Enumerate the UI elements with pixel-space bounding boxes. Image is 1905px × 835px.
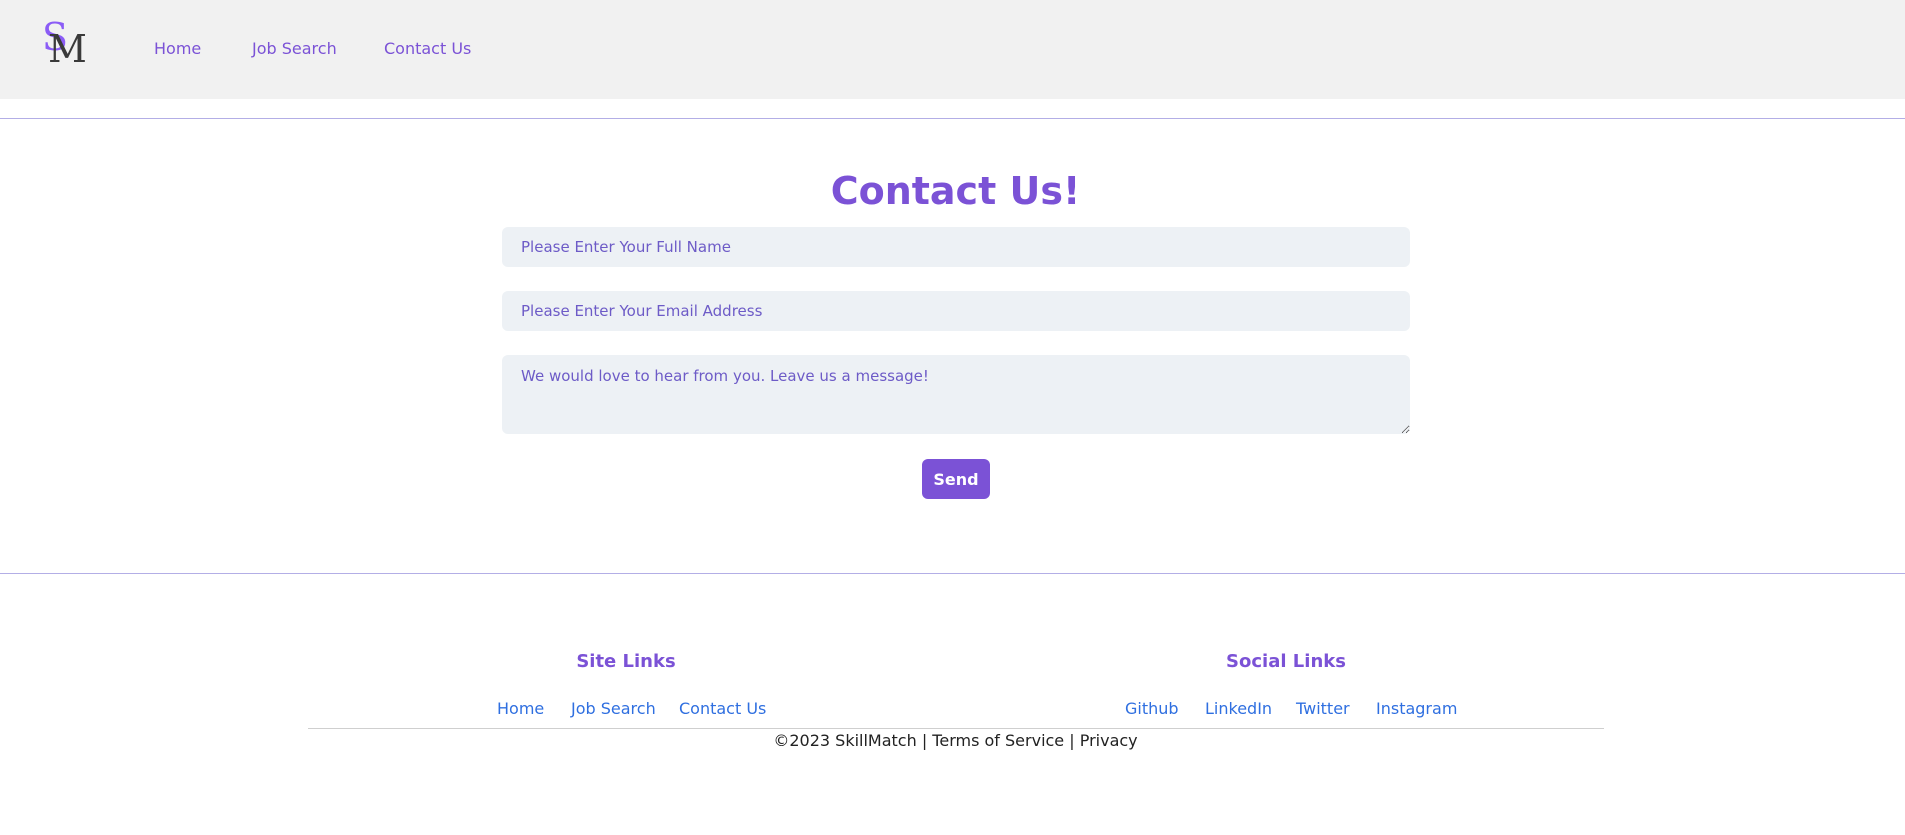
nav-job-search-link[interactable]: Job Search xyxy=(252,39,337,59)
nav-contact-us-link[interactable]: Contact Us xyxy=(384,39,471,59)
footer-twitter-link[interactable]: Twitter xyxy=(1296,699,1350,719)
content-divider xyxy=(0,573,1905,574)
full-name-input[interactable] xyxy=(502,227,1410,267)
footer-github-link[interactable]: Github xyxy=(1125,699,1179,719)
site-header: S M Home Job Search Contact Us xyxy=(0,0,1905,99)
skillmatch-logo[interactable]: S M xyxy=(40,18,87,71)
page-title: Contact Us! xyxy=(830,169,1081,213)
header-divider xyxy=(0,118,1905,119)
footer-job-search-link[interactable]: Job Search xyxy=(571,699,656,719)
logo-letter-m: M xyxy=(48,27,87,71)
site-links-heading: Site Links xyxy=(576,651,676,672)
footer-contact-us-link[interactable]: Contact Us xyxy=(679,699,766,719)
email-input[interactable] xyxy=(502,291,1410,331)
copyright-text: ©2023 SkillMatch | Terms of Service | Pr… xyxy=(773,731,1138,750)
footer-linkedin-link[interactable]: LinkedIn xyxy=(1205,699,1272,719)
message-textarea[interactable] xyxy=(502,355,1410,434)
footer-home-link[interactable]: Home xyxy=(497,699,544,719)
send-button[interactable]: Send xyxy=(922,459,990,499)
footer-instagram-link[interactable]: Instagram xyxy=(1376,699,1457,719)
nav-home-link[interactable]: Home xyxy=(154,39,201,59)
social-links-heading: Social Links xyxy=(1226,651,1346,672)
footer-divider xyxy=(308,728,1604,729)
